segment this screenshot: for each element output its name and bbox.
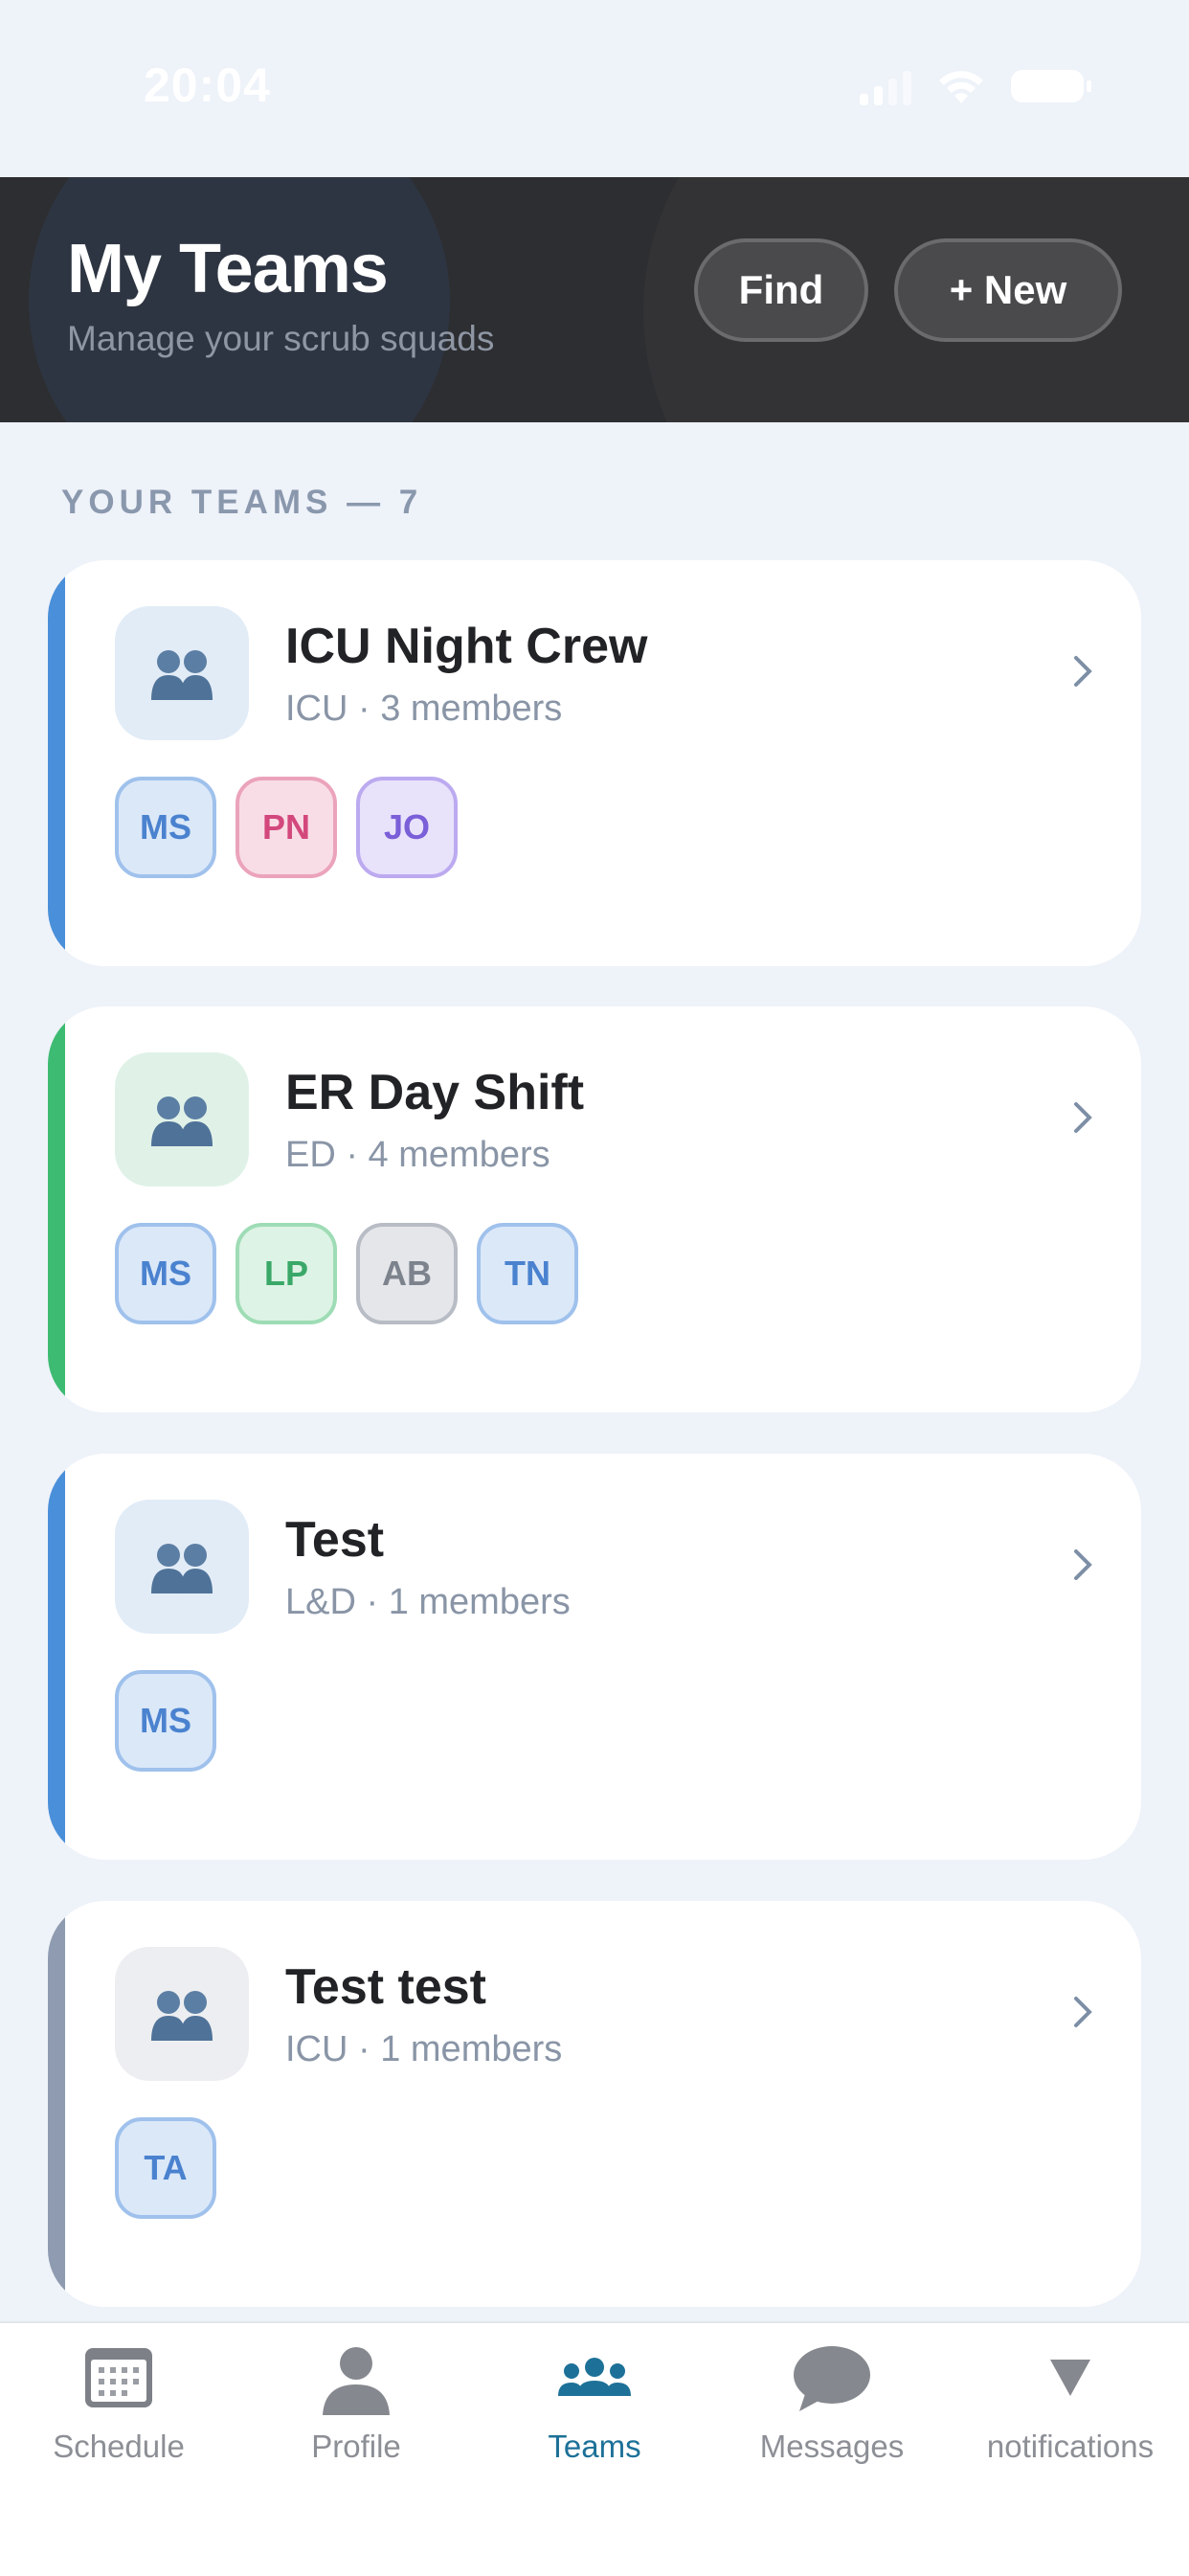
battery-icon [1011,70,1091,102]
member-avatar: AB [356,1223,458,1324]
people-icon [151,1544,213,1593]
chevron-right-icon [1074,1997,1092,2027]
team-icon [115,1947,249,2081]
new-team-button[interactable]: + New [894,238,1122,342]
member-avatar: MS [115,1223,216,1324]
team-accent-bar [48,1006,65,1412]
find-team-button[interactable]: Find [694,238,868,342]
chevron-right-icon [1074,1102,1092,1133]
chevron-right-icon [1074,1549,1092,1580]
member-avatar: TA [115,2117,216,2219]
people-icon [151,1991,213,2041]
status-icons [860,67,1091,105]
tab-label: notifications [986,2429,1155,2464]
team-icon [115,1500,249,1634]
member-avatar: JO [356,777,458,878]
team-name: Test [285,1512,385,1568]
team-members: MS PN JO [115,777,458,878]
triangle-down-icon [1050,2360,1090,2396]
cellular-signal-icon [860,67,911,105]
team-card[interactable]: Test test ICU · 1 members TA [48,1901,1141,2307]
team-icon [115,606,249,740]
team-meta: ED · 4 members [285,1135,550,1175]
status-bar: 20:04 [0,0,1189,177]
people-icon [151,1096,213,1146]
team-name: ER Day Shift [285,1065,585,1120]
tab-notifications[interactable]: notifications [952,2323,1189,2476]
tab-messages[interactable]: Messages [713,2323,951,2476]
tab-label: Profile [311,2429,401,2464]
status-time: 20:04 [144,58,271,112]
team-meta: ICU · 3 members [285,689,563,729]
team-members: MS LP AB TN [115,1223,578,1324]
member-avatar: PN [236,777,337,878]
tab-teams[interactable]: Teams [476,2323,713,2476]
member-avatar: MS [115,1670,216,1772]
team-accent-bar [48,1901,65,2307]
chat-bubble-icon [794,2346,870,2411]
calendar-icon [85,2348,152,2407]
team-meta: ICU · 1 members [285,2029,563,2069]
page-subtitle: Manage your scrub squads [67,319,495,358]
team-accent-bar [48,560,65,966]
bottom-tab-bar: Schedule Profile Teams Messages notifica… [0,2321,1189,2576]
tab-label: Messages [759,2429,905,2464]
team-card[interactable]: ICU Night Crew ICU · 3 members MS PN JO [48,560,1141,966]
section-header: YOUR TEAMS — 7 [61,484,423,521]
team-icon [115,1052,249,1186]
page-title: My Teams [67,231,389,307]
teams-header: My Teams Manage your scrub squads Find +… [0,177,1189,422]
tab-profile[interactable]: Profile [237,2323,475,2476]
team-members: MS [115,1670,216,1772]
team-accent-bar [48,1454,65,1860]
team-card[interactable]: Test L&D · 1 members MS [48,1454,1141,1860]
people-icon [151,650,213,700]
tab-schedule[interactable]: Schedule [0,2323,237,2476]
team-name: ICU Night Crew [285,619,648,674]
team-card[interactable]: ER Day Shift ED · 4 members MS LP AB TN [48,1006,1141,1412]
member-avatar: LP [236,1223,337,1324]
member-avatar: TN [477,1223,578,1324]
wifi-icon [939,71,983,103]
team-name: Test test [285,1959,486,2015]
tab-label: Schedule [53,2429,185,2464]
member-avatar: MS [115,777,216,878]
team-meta: L&D · 1 members [285,1582,571,1622]
tab-label: Teams [548,2429,641,2464]
chevron-right-icon [1074,656,1092,687]
people-icon [558,2358,631,2396]
team-members: TA [115,2117,216,2219]
person-icon [323,2347,390,2415]
